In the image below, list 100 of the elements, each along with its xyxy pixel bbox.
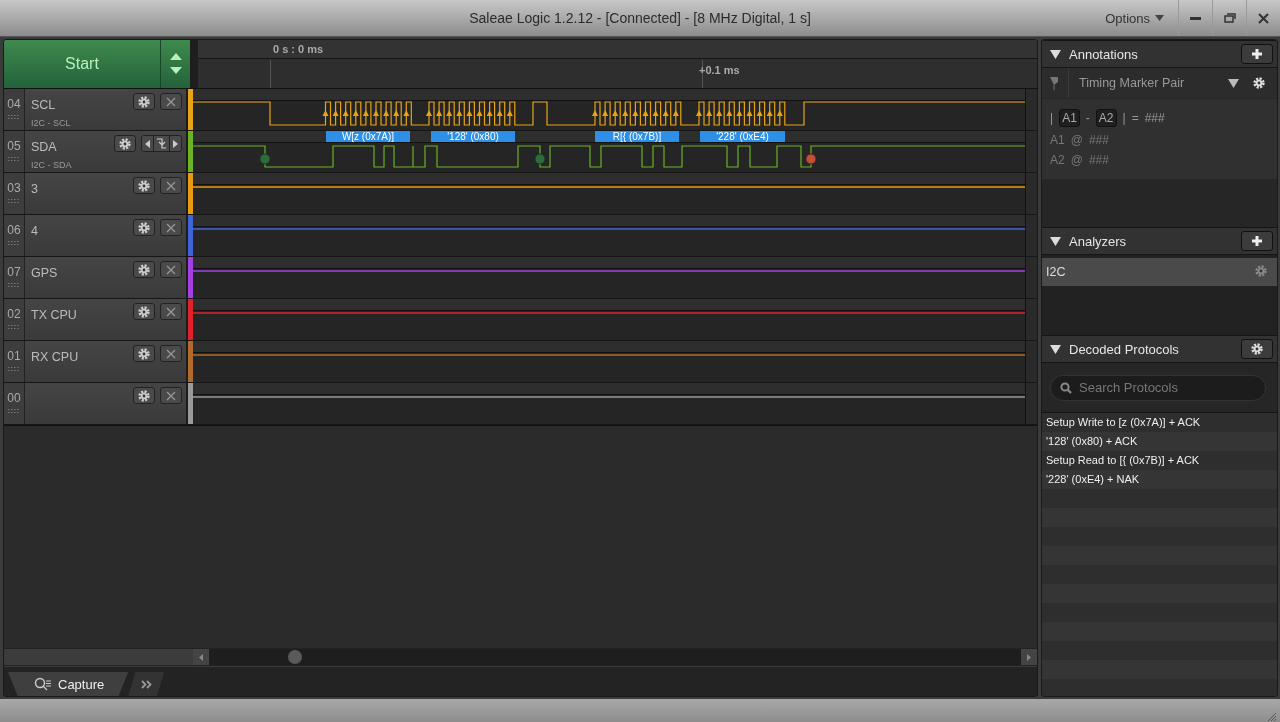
collapse-triangle-icon[interactable] <box>1050 343 1061 355</box>
gear-icon <box>138 347 150 360</box>
close-icon <box>1258 12 1269 24</box>
channel-number: 05 <box>7 139 21 153</box>
settings-button[interactable] <box>114 135 136 152</box>
decoded-protocol-row[interactable]: '128' (0x80) + ACK <box>1042 432 1277 451</box>
close-icon <box>166 306 176 317</box>
at-sign: @ <box>1070 133 1083 147</box>
remove-channel-button[interactable] <box>160 261 182 278</box>
caret-down-icon <box>1155 15 1164 21</box>
start-options-button[interactable] <box>161 40 190 88</box>
falling-edge-icon <box>157 138 166 149</box>
decoded-byte-label: W[z (0x7A)] <box>326 131 410 142</box>
channel-number: 04 <box>7 97 21 111</box>
decoded-byte-label: '228' (0xE4) <box>700 131 785 142</box>
gear-icon <box>138 263 150 276</box>
minimize-icon <box>1190 16 1201 20</box>
collapse-triangle-icon[interactable] <box>1050 235 1061 247</box>
drag-grip-icon[interactable] <box>8 199 20 204</box>
drag-grip-icon[interactable] <box>8 367 20 372</box>
section-title: Annotations <box>1069 46 1139 62</box>
remove-channel-button[interactable] <box>160 93 182 110</box>
channel-number: 07 <box>7 265 21 279</box>
at-sign: @ <box>1070 153 1083 167</box>
gear-icon <box>1253 77 1265 89</box>
drag-grip-icon[interactable] <box>8 157 20 162</box>
close-icon <box>166 390 176 401</box>
decoded-protocol-row[interactable]: Setup Write to [z (0x7A)] + ACK <box>1042 413 1277 432</box>
settings-button[interactable] <box>133 93 155 110</box>
decoded-protocol-row[interactable]: '228' (0xE4) + NAK <box>1042 470 1277 489</box>
channel-number: 01 <box>7 349 21 363</box>
channel-number: 06 <box>7 223 21 237</box>
channel-name: 4 <box>31 224 38 238</box>
remove-channel-button[interactable] <box>160 303 182 320</box>
add-annotation-button[interactable] <box>1241 44 1273 64</box>
caret-right-icon <box>1027 653 1031 661</box>
caret-left-icon <box>145 139 150 148</box>
minus-sign: - <box>1085 111 1090 125</box>
channel-name: SCL <box>31 98 56 112</box>
channel-name: RX CPU <box>31 350 79 364</box>
analyzer-item[interactable]: I2C <box>1042 258 1277 286</box>
marker-chip[interactable]: A1 <box>1059 109 1080 127</box>
add-analyzer-button[interactable] <box>1241 231 1273 251</box>
channel-analyzer-label: I2C - SDA <box>31 160 73 170</box>
restore-icon <box>1223 13 1236 23</box>
settings-button[interactable] <box>133 303 155 320</box>
collapse-triangle-icon[interactable] <box>1050 48 1061 60</box>
scroll-right-button[interactable] <box>1021 649 1037 665</box>
drag-grip-icon[interactable] <box>8 325 20 330</box>
close-icon <box>166 96 176 107</box>
decoded-byte-label: R[{ (0x7B)] <box>595 131 679 142</box>
settings-button[interactable] <box>133 387 155 404</box>
gear-icon <box>138 95 150 108</box>
remove-channel-button[interactable] <box>160 177 182 194</box>
channel-number: 03 <box>7 181 21 195</box>
channel-name: 3 <box>31 182 38 196</box>
window-title: Saleae Logic 1.2.12 - [Connected] - [8 MHz Digital, 1 s] <box>469 10 811 26</box>
more-tabs-button[interactable] <box>128 672 165 696</box>
start-button[interactable]: Start <box>4 40 161 88</box>
settings-button[interactable] <box>133 345 155 362</box>
gear-icon <box>119 137 131 150</box>
caret-right-icon <box>173 139 178 148</box>
caret-left-icon <box>199 653 203 661</box>
section-title: Analyzers <box>1069 233 1128 249</box>
channel-number: 02 <box>7 307 21 321</box>
decoded-byte-label: '128' (0x80) <box>431 131 515 142</box>
settings-button[interactable] <box>133 261 155 278</box>
settings-button[interactable] <box>133 219 155 236</box>
falling-edge-trigger-button[interactable] <box>153 136 169 151</box>
capture-tab[interactable]: Capture <box>8 672 129 696</box>
drag-grip-icon[interactable] <box>8 241 20 246</box>
close-icon <box>166 264 176 275</box>
drag-grip-icon[interactable] <box>8 409 20 414</box>
search-field[interactable]: Search Protocols <box>1050 374 1266 401</box>
time-tick-label: 0 s : 0 ms <box>273 43 324 55</box>
timeline-ruler[interactable]: 0 s : 0 ms +0.1 ms <box>190 40 1037 88</box>
equals-sign: = <box>1131 111 1139 125</box>
settings-button[interactable] <box>133 177 155 194</box>
gear-icon <box>1251 343 1263 355</box>
time-tick-label: +0.1 ms <box>699 64 740 76</box>
remove-channel-button[interactable] <box>160 387 182 404</box>
double-chevron-icon <box>140 679 152 689</box>
channel-name: SDA <box>31 140 57 154</box>
scroll-left-button[interactable] <box>193 649 209 665</box>
marker-chip[interactable]: A2 <box>1095 109 1117 127</box>
protocol-settings-button[interactable] <box>1241 339 1273 359</box>
drag-grip-icon[interactable] <box>8 115 20 120</box>
remove-channel-button[interactable] <box>160 219 182 236</box>
scroll-thumb[interactable] <box>288 650 302 664</box>
section-title: Decoded Protocols <box>1069 341 1180 357</box>
drag-grip-icon[interactable] <box>8 283 20 288</box>
previous-button[interactable] <box>142 136 153 151</box>
channel-number: 00 <box>7 391 21 405</box>
next-button[interactable] <box>169 136 181 151</box>
options-menu[interactable]: Options <box>1091 0 1178 36</box>
decoded-protocol-row[interactable]: Setup Read to [{ (0x7B)] + ACK <box>1042 451 1277 470</box>
remove-channel-button[interactable] <box>160 345 182 362</box>
close-icon <box>166 180 176 191</box>
resize-grip-icon[interactable] <box>1267 712 1277 722</box>
plus-icon <box>1251 235 1263 247</box>
